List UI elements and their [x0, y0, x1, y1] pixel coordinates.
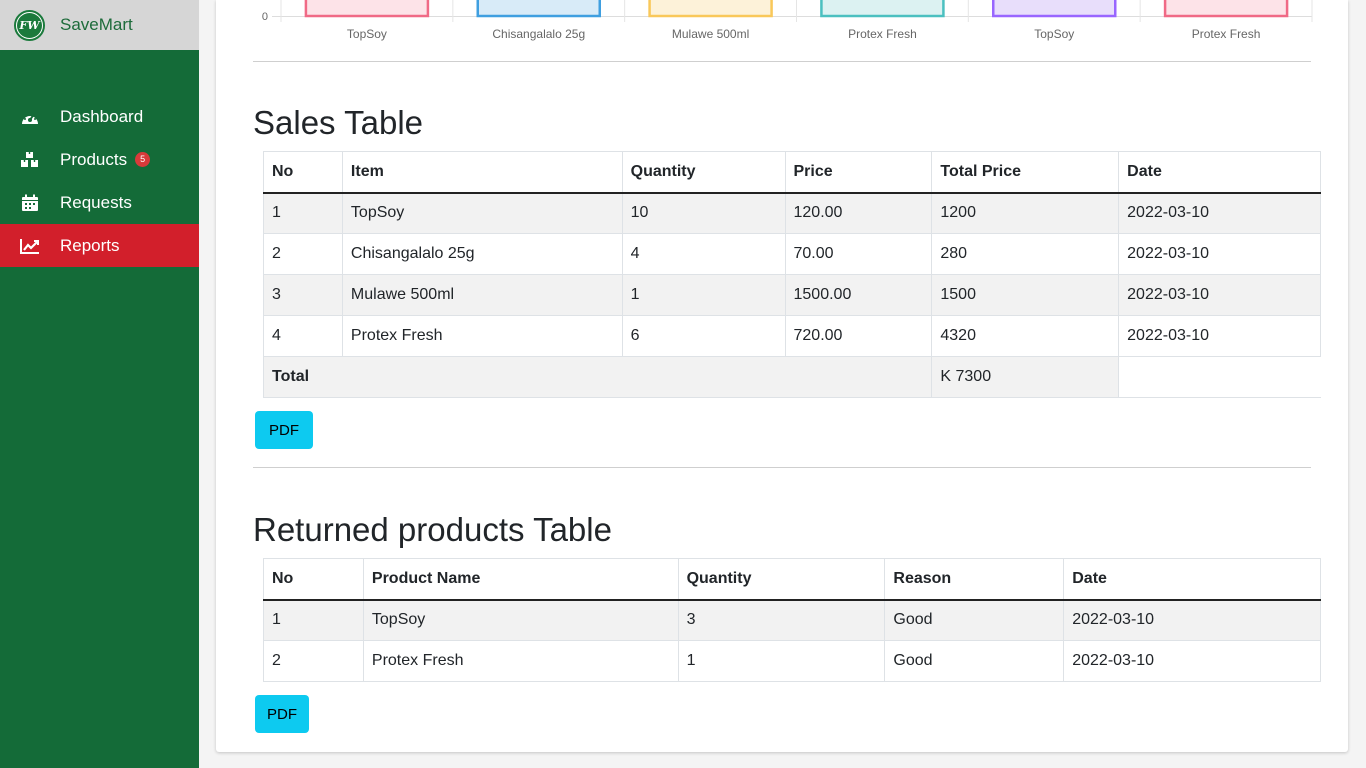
x-tick-label: Mulawe 500ml — [672, 27, 749, 41]
table-cell: 1 — [263, 599, 364, 641]
sidebar: FW SaveMart Dashboard Products 5 Request… — [0, 0, 199, 768]
divider — [253, 61, 1311, 62]
column-header: No — [263, 151, 343, 194]
x-tick-label: TopSoy — [1034, 27, 1074, 41]
x-tick-label: TopSoy — [347, 27, 387, 41]
table-cell: 2022-03-10 — [1118, 192, 1321, 234]
sidebar-item-label: Products — [60, 149, 128, 169]
chart-bar[interactable] — [476, 0, 602, 18]
table-cell: 3 — [677, 599, 886, 641]
table-cell: 2022-03-10 — [1063, 599, 1321, 641]
sidebar-item-label: Dashboard — [60, 106, 144, 126]
sidebar-nav: Dashboard Products 5 Requests Reports — [0, 95, 199, 267]
sidebar-item-dashboard[interactable]: Dashboard — [0, 95, 199, 138]
sidebar-item-products[interactable]: Products 5 — [0, 138, 199, 181]
chart-line-icon — [20, 236, 40, 256]
table-row: 2 Chisangalalo 25g 4 70.00 280 2022-03-1… — [263, 233, 1321, 275]
table-cell: 2022-03-10 — [1118, 274, 1321, 316]
table-cell: Protex Fresh — [362, 640, 679, 682]
products-count-badge: 5 — [135, 152, 151, 167]
column-header: No — [263, 558, 364, 601]
column-header: Quantity — [677, 558, 886, 601]
column-header: Date — [1118, 151, 1321, 194]
column-header: Product Name — [362, 558, 679, 601]
gauge-icon — [20, 107, 40, 127]
column-header: Item — [341, 151, 623, 194]
column-header: Total Price — [931, 151, 1120, 194]
chart-bar[interactable] — [648, 0, 773, 18]
returns-pdf-button[interactable]: PDF — [255, 695, 309, 733]
brand-logo: FW — [14, 9, 45, 41]
table-cell: 2 — [263, 640, 364, 682]
table-cell: 720.00 — [784, 315, 933, 357]
column-header: Price — [784, 151, 933, 194]
sales-table: No Item Quantity Price Total Price Date … — [262, 151, 1321, 398]
table-cell: 280 — [931, 233, 1120, 275]
table-cell: 6 — [621, 315, 786, 357]
total-row: Total K 7300 — [262, 356, 1321, 398]
returns-table-title: Returned products Table — [253, 511, 612, 548]
x-tick-label: Protex Fresh — [1192, 27, 1261, 41]
sidebar-item-reports[interactable]: Reports — [0, 224, 199, 267]
chart-bar[interactable] — [820, 0, 945, 18]
column-header: Quantity — [621, 151, 786, 194]
table-cell: 1 — [621, 274, 786, 316]
boxes-icon — [20, 150, 40, 170]
table-header-row: No Product Name Quantity Reason Date — [263, 558, 1321, 601]
table-cell: 10 — [621, 192, 786, 234]
table-row: 1 TopSoy 10 120.00 1200 2022-03-10 — [263, 192, 1321, 234]
table-row: 1 TopSoy 3 Good 2022-03-10 — [263, 599, 1321, 641]
sidebar-item-requests[interactable]: Requests — [0, 181, 199, 224]
table-row: 3 Mulawe 500ml 1 1500.00 1500 2022-03-10 — [263, 274, 1321, 316]
table-cell: 1 — [263, 192, 343, 234]
column-header: Reason — [884, 558, 1065, 601]
chart-bar[interactable] — [304, 0, 430, 18]
table-header-row: No Item Quantity Price Total Price Date — [263, 151, 1321, 194]
table-cell: 120.00 — [784, 192, 933, 234]
table-cell: 2022-03-10 — [1118, 233, 1321, 275]
table-cell: 4 — [621, 233, 786, 275]
calendar-icon — [20, 193, 40, 213]
table-cell: Mulawe 500ml — [341, 274, 623, 316]
sidebar-item-label: Reports — [60, 235, 120, 255]
table-cell: 1200 — [931, 192, 1120, 234]
reports-card: 0 TopSoy Chisangalalo 25g Mulawe 500ml Prote… — [216, 0, 1348, 752]
brand-name: SaveMart — [60, 15, 133, 34]
chart-bar[interactable] — [991, 0, 1117, 18]
table-cell: 1500 — [931, 274, 1120, 316]
x-tick-label: Protex Fresh — [848, 27, 917, 41]
total-label: Total — [262, 356, 933, 398]
table-cell: Good — [884, 640, 1065, 682]
table-cell: 70.00 — [784, 233, 933, 275]
table-cell: 2 — [263, 233, 343, 275]
sales-pdf-button[interactable]: PDF — [255, 411, 313, 449]
table-cell: Good — [884, 599, 1065, 641]
table-cell: TopSoy — [341, 192, 623, 234]
table-row: 4 Protex Fresh 6 720.00 4320 2022-03-10 — [263, 315, 1321, 357]
total-value: K 7300 — [931, 356, 1120, 398]
table-cell — [1118, 356, 1321, 398]
returns-table: No Product Name Quantity Reason Date 1 T… — [263, 558, 1321, 682]
sales-bar-chart: 0 TopSoy Chisangalalo 25g Mulawe 500ml Prote… — [262, 0, 1313, 41]
sidebar-item-label: Requests — [60, 192, 132, 212]
table-cell: 1500.00 — [784, 274, 933, 316]
table-cell: TopSoy — [362, 599, 679, 641]
table-cell: Chisangalalo 25g — [341, 233, 623, 275]
table-cell: 2022-03-10 — [1063, 640, 1321, 682]
table-cell: 3 — [263, 274, 343, 316]
table-cell: Protex Fresh — [341, 315, 623, 357]
table-cell: 4 — [263, 315, 343, 357]
divider — [253, 467, 1311, 468]
chart-bar[interactable] — [1163, 0, 1289, 18]
table-cell: 4320 — [931, 315, 1120, 357]
y-tick-label: 0 — [262, 11, 268, 23]
brand[interactable]: FW SaveMart — [0, 0, 199, 50]
column-header: Date — [1063, 558, 1321, 601]
table-row: 2 Protex Fresh 1 Good 2022-03-10 — [263, 640, 1321, 682]
x-tick-label: Chisangalalo 25g — [492, 27, 585, 41]
table-cell: 1 — [677, 640, 886, 682]
sales-table-title: Sales Table — [253, 104, 424, 141]
brand-logo-text: FW — [17, 12, 42, 38]
table-cell: 2022-03-10 — [1118, 315, 1321, 357]
